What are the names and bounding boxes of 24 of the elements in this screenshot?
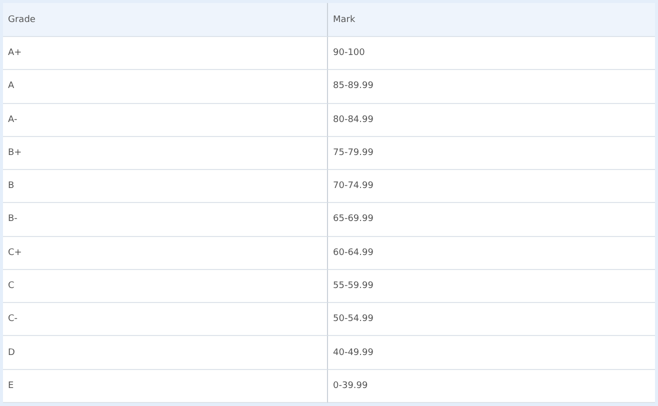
table-cell: E — [3, 370, 328, 403]
table-cell: 55-59.99 — [328, 270, 655, 304]
column-header: Grade — [3, 3, 328, 37]
table-cell: A- — [3, 104, 328, 137]
table-cell: B — [3, 170, 328, 204]
table-cell: 0-39.99 — [328, 370, 655, 403]
table-cell: 85-89.99 — [328, 70, 655, 104]
table-cell: C — [3, 270, 328, 304]
table-cell: B+ — [3, 136, 328, 170]
table-cell: C+ — [3, 236, 328, 270]
table-cell: 80-84.99 — [328, 104, 655, 137]
column-header: Mark — [328, 3, 655, 37]
table-cell: 50-54.99 — [328, 303, 655, 336]
table-cell: D — [3, 336, 328, 370]
table-cell: 70-74.99 — [328, 170, 655, 204]
table-cell: C- — [3, 303, 328, 336]
table-cell: 75-79.99 — [328, 136, 655, 170]
table-cell: B- — [3, 203, 328, 237]
table-cell: 60-64.99 — [328, 236, 655, 270]
table-cell: A — [3, 70, 328, 104]
table-cell: A+ — [3, 37, 328, 70]
table-cell: 65-69.99 — [328, 203, 655, 237]
table-cell: 40-49.99 — [328, 336, 655, 370]
table-cell: 90-100 — [328, 37, 655, 70]
